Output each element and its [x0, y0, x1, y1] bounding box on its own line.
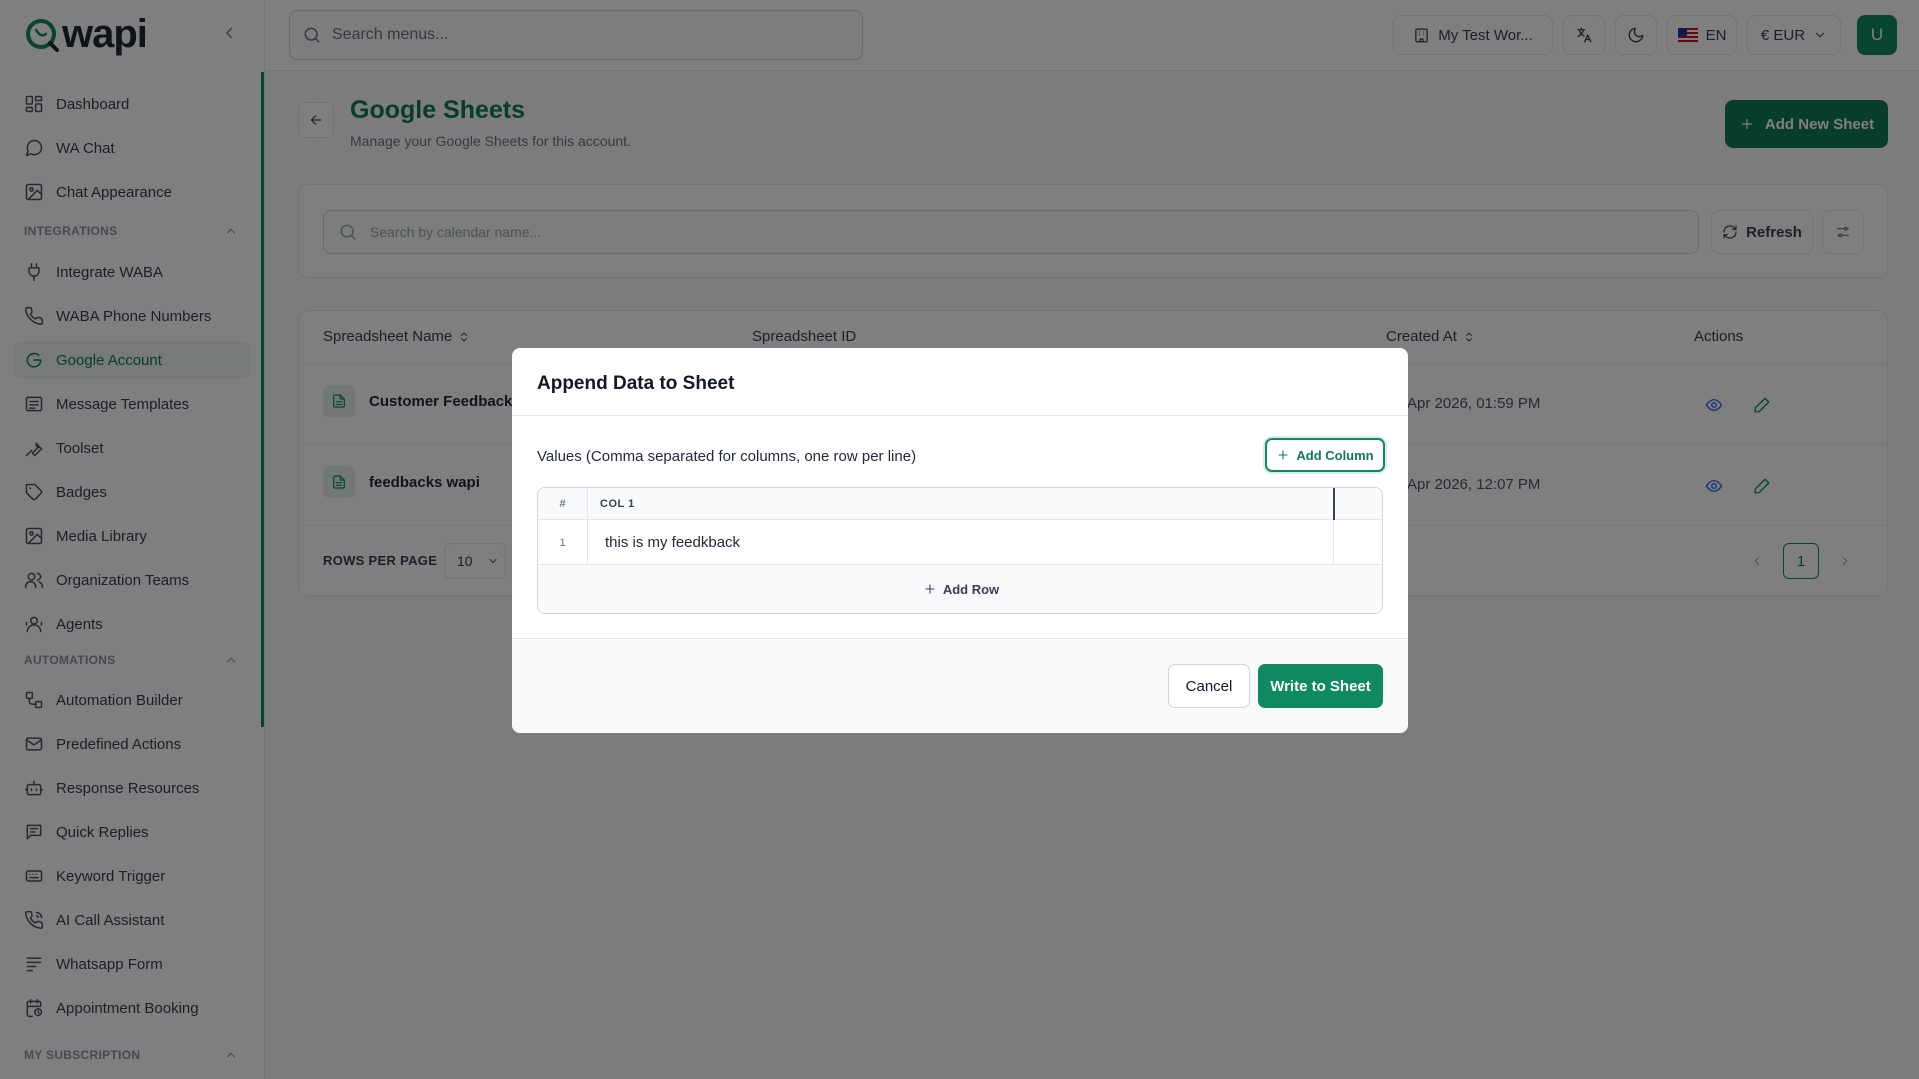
write-to-sheet-button[interactable]: Write to Sheet: [1258, 664, 1383, 708]
divider: [512, 415, 1408, 416]
cancel-button[interactable]: Cancel: [1168, 664, 1250, 708]
grid-row: 1 this is my feedkback: [538, 520, 1382, 565]
grid-header-hash: #: [538, 488, 588, 520]
append-data-dialog: Append Data to Sheet Values (Comma separ…: [512, 348, 1408, 733]
dialog-footer: Cancel Write to Sheet: [512, 638, 1408, 733]
plus-icon: [925, 584, 935, 594]
add-row-label: Add Row: [942, 581, 1000, 597]
grid-header-row: # COL 1: [538, 488, 1382, 520]
column-resize-handle[interactable]: [1333, 488, 1335, 520]
add-row-button[interactable]: Add Row: [538, 565, 1382, 613]
grid-cell-input[interactable]: this is my feedkback: [605, 520, 740, 565]
values-label: Values (Comma separated for columns, one…: [537, 448, 917, 465]
values-grid: # COL 1 1 this is my feedkback Add Row: [537, 487, 1383, 614]
dialog-title: Append Data to Sheet: [537, 373, 735, 394]
add-column-label: Add Column: [1296, 447, 1374, 463]
grid-column-header: COL 1: [600, 498, 635, 510]
add-column-button[interactable]: Add Column: [1265, 438, 1385, 472]
plus-icon: [1278, 450, 1288, 460]
grid-row-number: 1: [538, 520, 588, 565]
divider: [1333, 520, 1334, 565]
